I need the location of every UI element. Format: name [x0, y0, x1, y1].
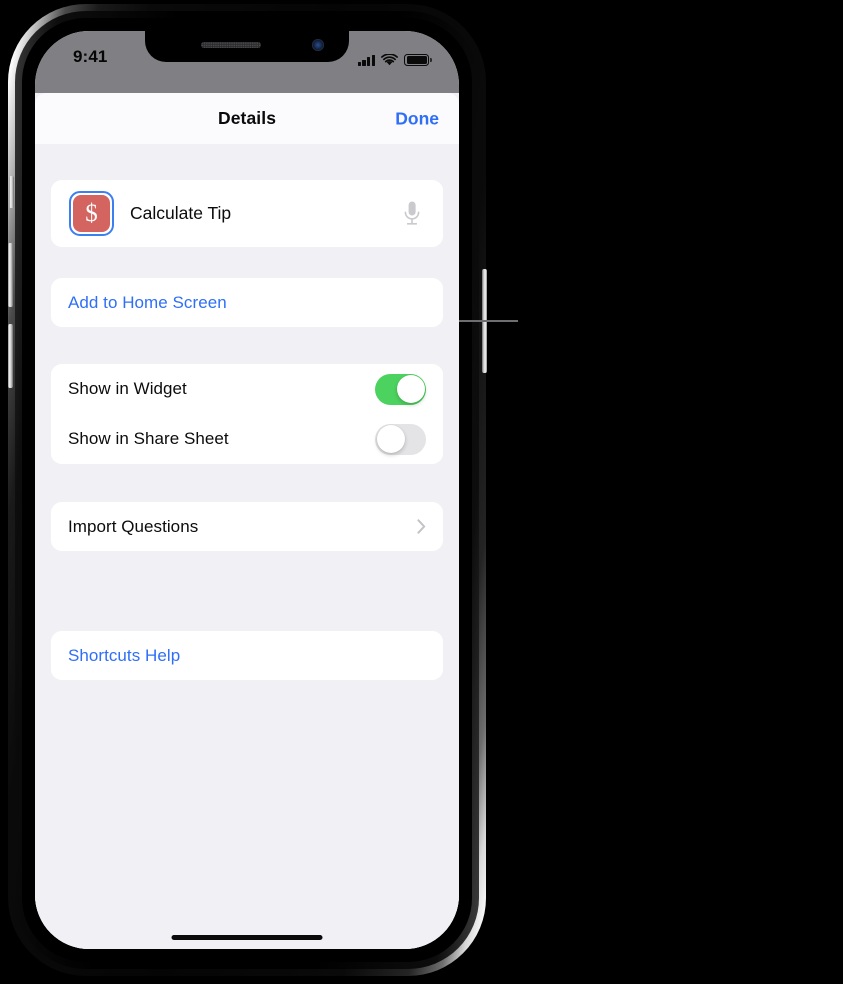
status-bar-icons: [357, 49, 432, 66]
volume-down-button[interactable]: [8, 324, 13, 388]
shortcuts-help-row[interactable]: Shortcuts Help: [51, 631, 443, 680]
show-in-widget-toggle[interactable]: [375, 373, 426, 405]
home-indicator[interactable]: [171, 935, 323, 940]
show-in-widget-label: Show in Widget: [68, 379, 187, 398]
speaker-icon: [201, 42, 261, 48]
dollar-sign-icon: $: [73, 195, 110, 232]
show-in-widget-row[interactable]: Show in Widget: [51, 364, 443, 414]
shortcut-name: Calculate Tip: [130, 203, 232, 223]
import-questions-row[interactable]: Import Questions: [51, 502, 443, 551]
toggles-card: Show in Widget Show in Share Sheet: [51, 364, 443, 464]
notch: [145, 31, 349, 62]
show-in-share-sheet-toggle[interactable]: [375, 423, 426, 455]
battery-icon: [404, 53, 432, 66]
wifi-icon: [381, 54, 399, 66]
microphone-icon[interactable]: [402, 200, 422, 228]
details-content: $ Calculate Tip Add to Home Screen Show …: [35, 144, 459, 949]
add-to-home-screen-label: Add to Home Screen: [68, 292, 227, 312]
shortcuts-help-label: Shortcuts Help: [68, 645, 181, 665]
phone-screen: 9:41 Details Done $ Calculate Tip Add to…: [35, 31, 459, 949]
cellular-signal-icon: [357, 54, 376, 66]
shortcut-icon-selection-ring[interactable]: $: [69, 191, 114, 236]
add-to-home-screen-card: Add to Home Screen: [51, 278, 443, 327]
import-questions-label: Import Questions: [68, 516, 199, 536]
details-sheet: Details Done $ Calculate Tip Add to Home…: [35, 93, 459, 949]
page-title: Details: [217, 108, 277, 128]
shortcuts-help-card: Shortcuts Help: [51, 631, 443, 680]
chevron-right-icon: [417, 519, 426, 534]
camera-icon: [312, 39, 324, 51]
shortcut-row[interactable]: $ Calculate Tip: [51, 180, 443, 247]
silence-switch[interactable]: [9, 176, 14, 208]
add-to-home-screen-row[interactable]: Add to Home Screen: [51, 278, 443, 327]
volume-up-button[interactable]: [8, 243, 13, 307]
done-button[interactable]: Done: [395, 108, 439, 129]
show-in-share-sheet-row[interactable]: Show in Share Sheet: [51, 414, 443, 464]
navigation-bar: Details Done: [35, 93, 459, 145]
status-bar-time: 9:41: [73, 47, 108, 66]
phone-frame: 9:41 Details Done $ Calculate Tip Add to…: [8, 4, 487, 976]
show-in-share-sheet-label: Show in Share Sheet: [68, 429, 229, 448]
shortcut-card: $ Calculate Tip: [51, 180, 443, 247]
import-questions-card: Import Questions: [51, 502, 443, 551]
